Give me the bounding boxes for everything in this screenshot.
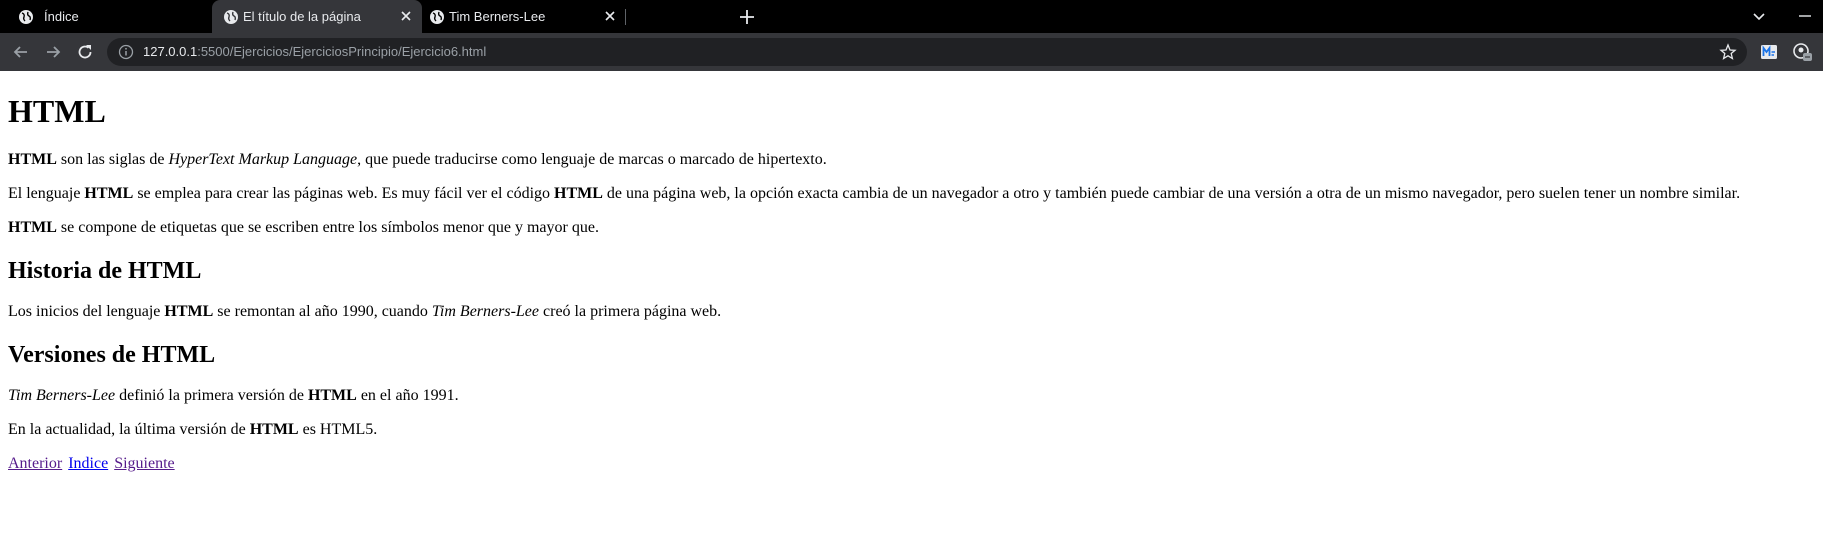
- text: En la actualidad, la última versión de: [8, 421, 250, 438]
- text: Los inicios del lenguaje: [8, 303, 165, 320]
- text: definió la primera versión de: [115, 387, 308, 404]
- bold-text: HTML: [84, 185, 134, 202]
- navigation-links: Anterior Indice Siguiente: [8, 455, 1808, 473]
- paragraph-first-version: Tim Berners-Lee definió la primera versi…: [8, 387, 1808, 405]
- tab-active-page[interactable]: El título de la página: [212, 0, 422, 33]
- forward-icon[interactable]: [43, 42, 63, 62]
- italic-text: HyperText Markup Language: [168, 151, 358, 168]
- text: se compone de etiquetas que se escriben …: [56, 219, 599, 236]
- paragraph-latest-version: En la actualidad, la última versión de H…: [8, 421, 1808, 439]
- bold-text: HTML: [249, 421, 299, 438]
- tab-search-chevron-icon[interactable]: [1749, 6, 1769, 26]
- text: en el año 1991.: [356, 387, 459, 404]
- bookmark-star-icon[interactable]: [1719, 43, 1737, 61]
- info-icon[interactable]: [118, 44, 134, 60]
- url-text[interactable]: 127.0.0.1:5500/Ejercicios/EjerciciosPrin…: [143, 44, 486, 59]
- tab-title: Tim Berners-Lee: [449, 9, 546, 24]
- bold-text: HTML: [8, 219, 57, 236]
- text: es HTML5.: [298, 421, 378, 438]
- minimize-icon[interactable]: [1795, 6, 1815, 26]
- next-link[interactable]: Siguiente: [114, 455, 174, 472]
- paragraph-definition: HTML son las siglas de HyperText Markup …: [8, 151, 1808, 169]
- section-heading-history: Historia de HTML: [8, 258, 202, 284]
- text: El lenguaje: [8, 185, 85, 202]
- globe-icon: [430, 10, 444, 24]
- reload-icon[interactable]: [75, 42, 95, 62]
- new-tab-icon[interactable]: [737, 7, 757, 27]
- text: creó la primera página web.: [539, 303, 722, 320]
- back-icon[interactable]: [11, 42, 31, 62]
- globe-icon: [224, 10, 238, 24]
- url-host: 127.0.0.1: [143, 44, 198, 59]
- profile-avatar-icon[interactable]: [1792, 42, 1812, 62]
- bold-text: HTML: [307, 387, 357, 404]
- close-icon[interactable]: [398, 8, 414, 24]
- page-content: HTML HTML son las siglas de HyperText Ma…: [8, 71, 1808, 489]
- globe-icon: [19, 10, 33, 24]
- previous-link[interactable]: Anterior: [8, 455, 62, 472]
- page-heading: HTML: [8, 93, 106, 129]
- tab-indice[interactable]: Índice: [0, 0, 245, 33]
- text: se remontan al año 1990, cuando: [213, 303, 432, 320]
- extension-icon[interactable]: [1759, 42, 1779, 62]
- close-icon[interactable]: [602, 8, 618, 24]
- text: , que puede traducirse como lenguaje de …: [357, 151, 827, 168]
- text: de una página web, la opción exacta camb…: [602, 185, 1741, 202]
- url-path: :5500/Ejercicios/EjerciciosPrincipio/Eje…: [197, 44, 487, 59]
- browser-toolbar: 127.0.0.1:5500/Ejercicios/EjerciciosPrin…: [0, 33, 1823, 71]
- bold-text: HTML: [164, 303, 214, 320]
- tab-title: El título de la página: [243, 9, 361, 24]
- text: son las siglas de: [56, 151, 169, 168]
- italic-text: Tim Berners-Lee: [431, 303, 540, 320]
- text: se emplea para crear las páginas web. Es…: [133, 185, 555, 202]
- index-link[interactable]: Indice: [68, 455, 108, 472]
- address-bar[interactable]: 127.0.0.1:5500/Ejercicios/EjerciciosPrin…: [107, 38, 1747, 66]
- bold-text: HTML: [554, 185, 603, 202]
- paragraph-usage: El lenguaje HTML se emplea para crear la…: [8, 185, 1808, 203]
- tab-title: Índice: [44, 9, 79, 24]
- tab-separator: [625, 9, 626, 25]
- bold-text: HTML: [8, 151, 57, 168]
- tab-tim-berners-lee[interactable]: Tim Berners-Lee: [422, 0, 622, 33]
- section-heading-versions: Versiones de HTML: [8, 342, 216, 368]
- italic-text: Tim Berners-Lee: [8, 387, 116, 404]
- tab-strip: Índice El título de la página Tim Berner…: [0, 0, 1823, 33]
- paragraph-history: Los inicios del lenguaje HTML se remonta…: [8, 303, 1808, 321]
- paragraph-tags: HTML se compone de etiquetas que se escr…: [8, 219, 1808, 237]
